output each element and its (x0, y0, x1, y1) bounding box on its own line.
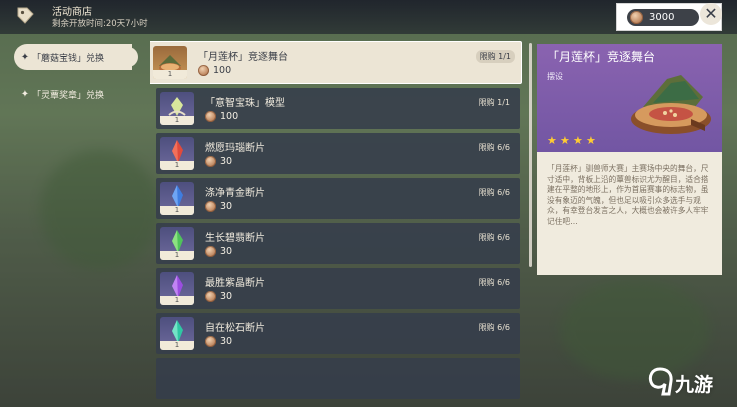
item-quantity: 1 (160, 296, 194, 305)
shop-item-lazurite-fragment[interactable]: 1 涤净青金断片 30 限购 6/6 (156, 178, 520, 219)
rarity-stars: ★ ★ ★ ★ (547, 135, 597, 146)
item-name: 最胜紫晶断片 (205, 278, 265, 289)
item-name: 涤净青金断片 (205, 188, 265, 199)
item-thumbnail: 1 (160, 317, 194, 350)
stage-furnishing-image (631, 75, 711, 134)
close-button[interactable]: ✕ (700, 3, 722, 25)
mushroom-coin-icon (630, 11, 643, 24)
purchase-limit: 限购 6/6 (478, 233, 510, 242)
watermark-text: 九游 (675, 374, 714, 396)
item-name: 燃愿玛瑙断片 (205, 143, 265, 154)
star-icon: ★ (560, 134, 570, 147)
purchase-limit: 限购 6/6 (478, 143, 510, 152)
price-value: 30 (220, 336, 233, 347)
detail-title: 「月莲杯」竞逐舞台 (547, 50, 656, 64)
nine-game-logo-icon (648, 367, 673, 396)
shop-title: 活动商店 (52, 7, 92, 18)
item-price: 100 (198, 65, 231, 76)
item-thumbnail: 1 (160, 92, 194, 125)
tab-label: 「蘑菇宝钱」兑换 (32, 53, 105, 64)
tab-mushroom-coin-exchange[interactable]: ✦ 「蘑菇宝钱」兑换 (14, 44, 138, 70)
mushroom-coin-icon (205, 291, 216, 302)
item-quantity: 1 (153, 70, 187, 79)
item-name: 「意智宝珠」模型 (205, 98, 285, 109)
item-thumbnail: 1 (160, 227, 194, 260)
shop-item-turquoise-fragment[interactable]: 1 自在松石断片 30 限购 6/6 (156, 313, 520, 354)
mushroom-coin-icon (205, 336, 216, 347)
purchase-limit: 限购 1/1 (475, 50, 515, 63)
shop-remaining-time: 剩余开放时间:20天7小时 (52, 19, 148, 29)
mushroom-coin-icon (205, 246, 216, 257)
shop-item-stage[interactable]: 1 「月莲杯」竞逐舞台 100 限购 1/1 (150, 41, 522, 84)
purchase-limit: 限购 6/6 (478, 323, 510, 332)
tab-label: 「灵蕈奖章」兑换 (32, 90, 105, 101)
item-price: 30 (205, 201, 232, 212)
currency-pill: 3000 (627, 9, 699, 26)
shop-item-list[interactable]: 1 「月莲杯」竞逐舞台 100 限购 1/1 1 「意智宝珠」模型 100 限购… (150, 41, 526, 407)
sparkle-icon: ✦ (20, 88, 30, 100)
shop-tag-icon (17, 7, 34, 24)
detail-category: 摆设 (547, 72, 563, 81)
tab-medal-exchange[interactable]: ✦ 「灵蕈奖章」兑换 (14, 81, 132, 107)
purchase-limit: 限购 6/6 (478, 278, 510, 287)
star-icon: ★ (573, 134, 583, 147)
price-value: 30 (220, 201, 233, 212)
star-icon: ★ (547, 134, 557, 147)
item-thumbnail: 1 (160, 272, 194, 305)
item-quantity: 1 (160, 161, 194, 170)
item-price: 30 (205, 156, 232, 167)
shop-item-jade-fragment[interactable]: 1 生长碧翡断片 30 限购 6/6 (156, 223, 520, 264)
detail-header: 「月莲杯」竞逐舞台 摆设 ★ ★ ★ ★ (537, 44, 722, 152)
item-name: 生长碧翡断片 (205, 233, 265, 244)
background-foliage (40, 150, 160, 270)
close-icon: ✕ (704, 4, 718, 23)
item-quantity: 1 (160, 251, 194, 260)
item-thumbnail: 1 (160, 137, 194, 170)
item-name: 自在松石断片 (205, 323, 265, 334)
price-value: 30 (220, 246, 233, 257)
price-value: 30 (220, 291, 233, 302)
star-icon: ★ (586, 134, 596, 147)
item-price: 30 (205, 336, 232, 347)
mushroom-coin-icon (205, 156, 216, 167)
shop-item-orb-model[interactable]: 1 「意智宝珠」模型 100 限购 1/1 (156, 88, 520, 129)
item-quantity: 1 (160, 341, 194, 350)
detail-description: 「月莲杯」驯兽师大赛」主赛场中央的舞台，尺寸适中，背板上沿的蕈兽标识尤为醒目，适… (547, 164, 709, 226)
site-watermark: 九游 (647, 365, 731, 401)
tab-active-indicator (118, 47, 138, 67)
item-detail-panel: 「月莲杯」竞逐舞台 摆设 ★ ★ ★ ★ 「月莲杯」驯兽师大赛」主赛场中央的舞台… (537, 44, 722, 275)
price-value: 100 (213, 65, 232, 76)
sparkle-icon: ✦ (20, 51, 30, 63)
purchase-limit: 限购 1/1 (478, 98, 510, 107)
currency-value: 3000 (649, 12, 675, 23)
shop-item-agate-fragment[interactable]: 1 燃愿玛瑙断片 30 限购 6/6 (156, 133, 520, 174)
shop-item-partial[interactable] (156, 358, 520, 399)
item-thumbnail: 1 (160, 182, 194, 215)
item-quantity: 1 (160, 116, 194, 125)
item-quantity: 1 (160, 206, 194, 215)
price-value: 100 (220, 111, 239, 122)
item-price: 30 (205, 246, 232, 257)
item-price: 100 (205, 111, 238, 122)
price-value: 30 (220, 156, 233, 167)
mushroom-coin-icon (205, 201, 216, 212)
list-scrollbar[interactable] (529, 43, 532, 267)
item-thumbnail: 1 (153, 46, 187, 79)
mushroom-coin-icon (205, 111, 216, 122)
shop-item-amethyst-fragment[interactable]: 1 最胜紫晶断片 30 限购 6/6 (156, 268, 520, 309)
mushroom-coin-icon (198, 65, 209, 76)
item-price: 30 (205, 291, 232, 302)
item-name: 「月莲杯」竞逐舞台 (198, 52, 288, 63)
purchase-limit: 限购 6/6 (478, 188, 510, 197)
